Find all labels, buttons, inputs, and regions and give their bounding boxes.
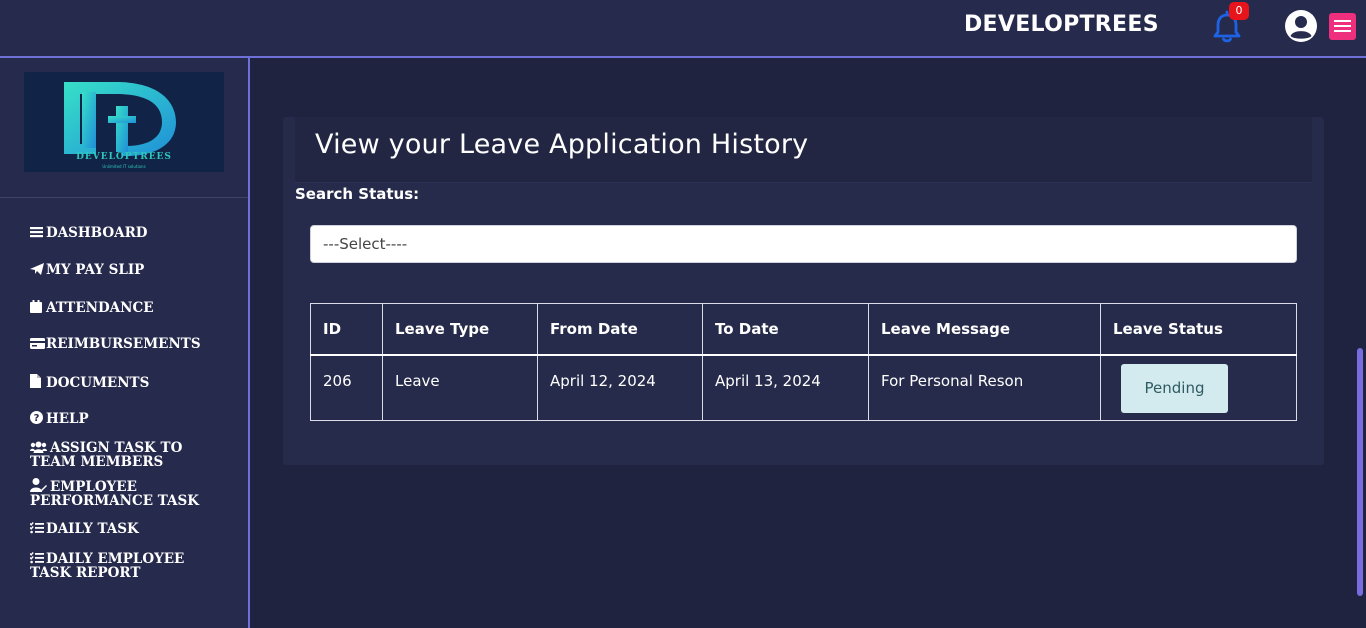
list-check-icon xyxy=(29,552,44,566)
column-header-leave-type: Leave Type xyxy=(382,303,538,356)
credit-card-icon xyxy=(30,337,45,351)
status-select[interactable]: ---Select---- xyxy=(310,225,1297,263)
sidebar-item-label: DAILY TASK xyxy=(46,521,139,537)
document-icon xyxy=(30,374,44,390)
sidebar-item-label: DOCUMENTS xyxy=(46,375,150,391)
top-header: DEVELOPTREES 0 xyxy=(0,0,1366,58)
column-header-id: ID xyxy=(310,303,383,356)
hamburger-menu-button[interactable] xyxy=(1329,13,1356,40)
sidebar-divider xyxy=(0,197,248,198)
table-row: 206 Leave April 12, 2024 April 13, 2024 … xyxy=(310,354,1297,421)
sidebar-item-help[interactable]: ? HELP xyxy=(30,411,230,426)
paper-plane-icon xyxy=(30,263,44,277)
calendar-icon xyxy=(30,300,44,315)
bars-icon xyxy=(30,226,44,240)
cell-leave-message: For Personal Reson xyxy=(868,354,1101,421)
cell-leave-type: Leave xyxy=(382,354,538,421)
search-status-label: Search Status: xyxy=(295,185,420,203)
sidebar-item-my-pay-slip[interactable]: MY PAY SLIP xyxy=(30,263,230,277)
cell-from-date: April 12, 2024 xyxy=(537,354,703,421)
sidebar-item-label: ASSIGN TASK TO TEAM MEMBERS xyxy=(30,440,183,470)
company-logo[interactable]: DEVELOPTREES Unlimited IT solutions xyxy=(24,72,224,172)
sidebar-item-label: MY PAY SLIP xyxy=(46,262,145,278)
sidebar-item-label: HELP xyxy=(46,411,89,427)
sidebar-item-label: DAILY EMPLOYEE TASK REPORT xyxy=(30,551,185,581)
cell-id: 206 xyxy=(310,354,383,421)
sidebar: DEVELOPTREES Unlimited IT solutions DASH… xyxy=(0,58,250,628)
logo-tagline: Unlimited IT solutions xyxy=(102,164,146,169)
sidebar-item-label: DASHBOARD xyxy=(46,225,148,241)
scrollbar-thumb[interactable] xyxy=(1357,348,1363,596)
sidebar-item-daily-employee-task-report[interactable]: DAILY EMPLOYEE TASK REPORT xyxy=(29,551,230,581)
sidebar-item-label: REIMBURSEMENTS xyxy=(46,336,201,352)
sidebar-item-documents[interactable]: DOCUMENTS xyxy=(30,374,230,390)
notification-count-badge: 0 xyxy=(1229,2,1249,20)
column-header-leave-status: Leave Status xyxy=(1100,303,1297,356)
sidebar-item-assign-task[interactable]: ASSIGN TASK TO TEAM MEMBERS xyxy=(30,441,230,469)
page-heading-box: View your Leave Application History xyxy=(295,117,1312,183)
sidebar-item-daily-task[interactable]: DAILY TASK xyxy=(29,521,230,537)
sidebar-item-label: EMPLOYEE PERFORMANCE TASK xyxy=(30,479,199,509)
pending-status-button[interactable]: Pending xyxy=(1121,363,1228,413)
question-circle-icon: ? xyxy=(30,411,44,426)
brand-title: DEVELOPTREES xyxy=(964,12,1159,37)
logo-text: DEVELOPTREES xyxy=(76,152,172,162)
user-avatar-icon[interactable] xyxy=(1284,9,1318,43)
leave-history-panel: View your Leave Application History Sear… xyxy=(283,117,1324,465)
column-header-to-date: To Date xyxy=(702,303,869,356)
column-header-from-date: From Date xyxy=(537,303,703,356)
sidebar-item-dashboard[interactable]: DASHBOARD xyxy=(30,226,230,240)
table-header-row: ID Leave Type From Date To Date Leave Me… xyxy=(310,303,1297,356)
cell-leave-status: Pending xyxy=(1100,354,1297,421)
column-header-leave-message: Leave Message xyxy=(868,303,1101,356)
cell-to-date: April 13, 2024 xyxy=(702,354,869,421)
sidebar-item-label: ATTENDANCE xyxy=(46,300,154,316)
svg-text:?: ? xyxy=(34,413,40,424)
leave-history-table: ID Leave Type From Date To Date Leave Me… xyxy=(310,303,1297,421)
sidebar-item-reimbursements[interactable]: REIMBURSEMENTS xyxy=(30,337,230,351)
users-icon xyxy=(30,441,48,455)
sidebar-item-employee-performance[interactable]: EMPLOYEE PERFORMANCE TASK xyxy=(30,478,230,508)
page-title: View your Leave Application History xyxy=(315,129,809,160)
sidebar-item-attendance[interactable]: ATTENDANCE xyxy=(30,300,230,315)
list-check-icon xyxy=(29,522,44,536)
user-edit-icon xyxy=(30,478,48,494)
